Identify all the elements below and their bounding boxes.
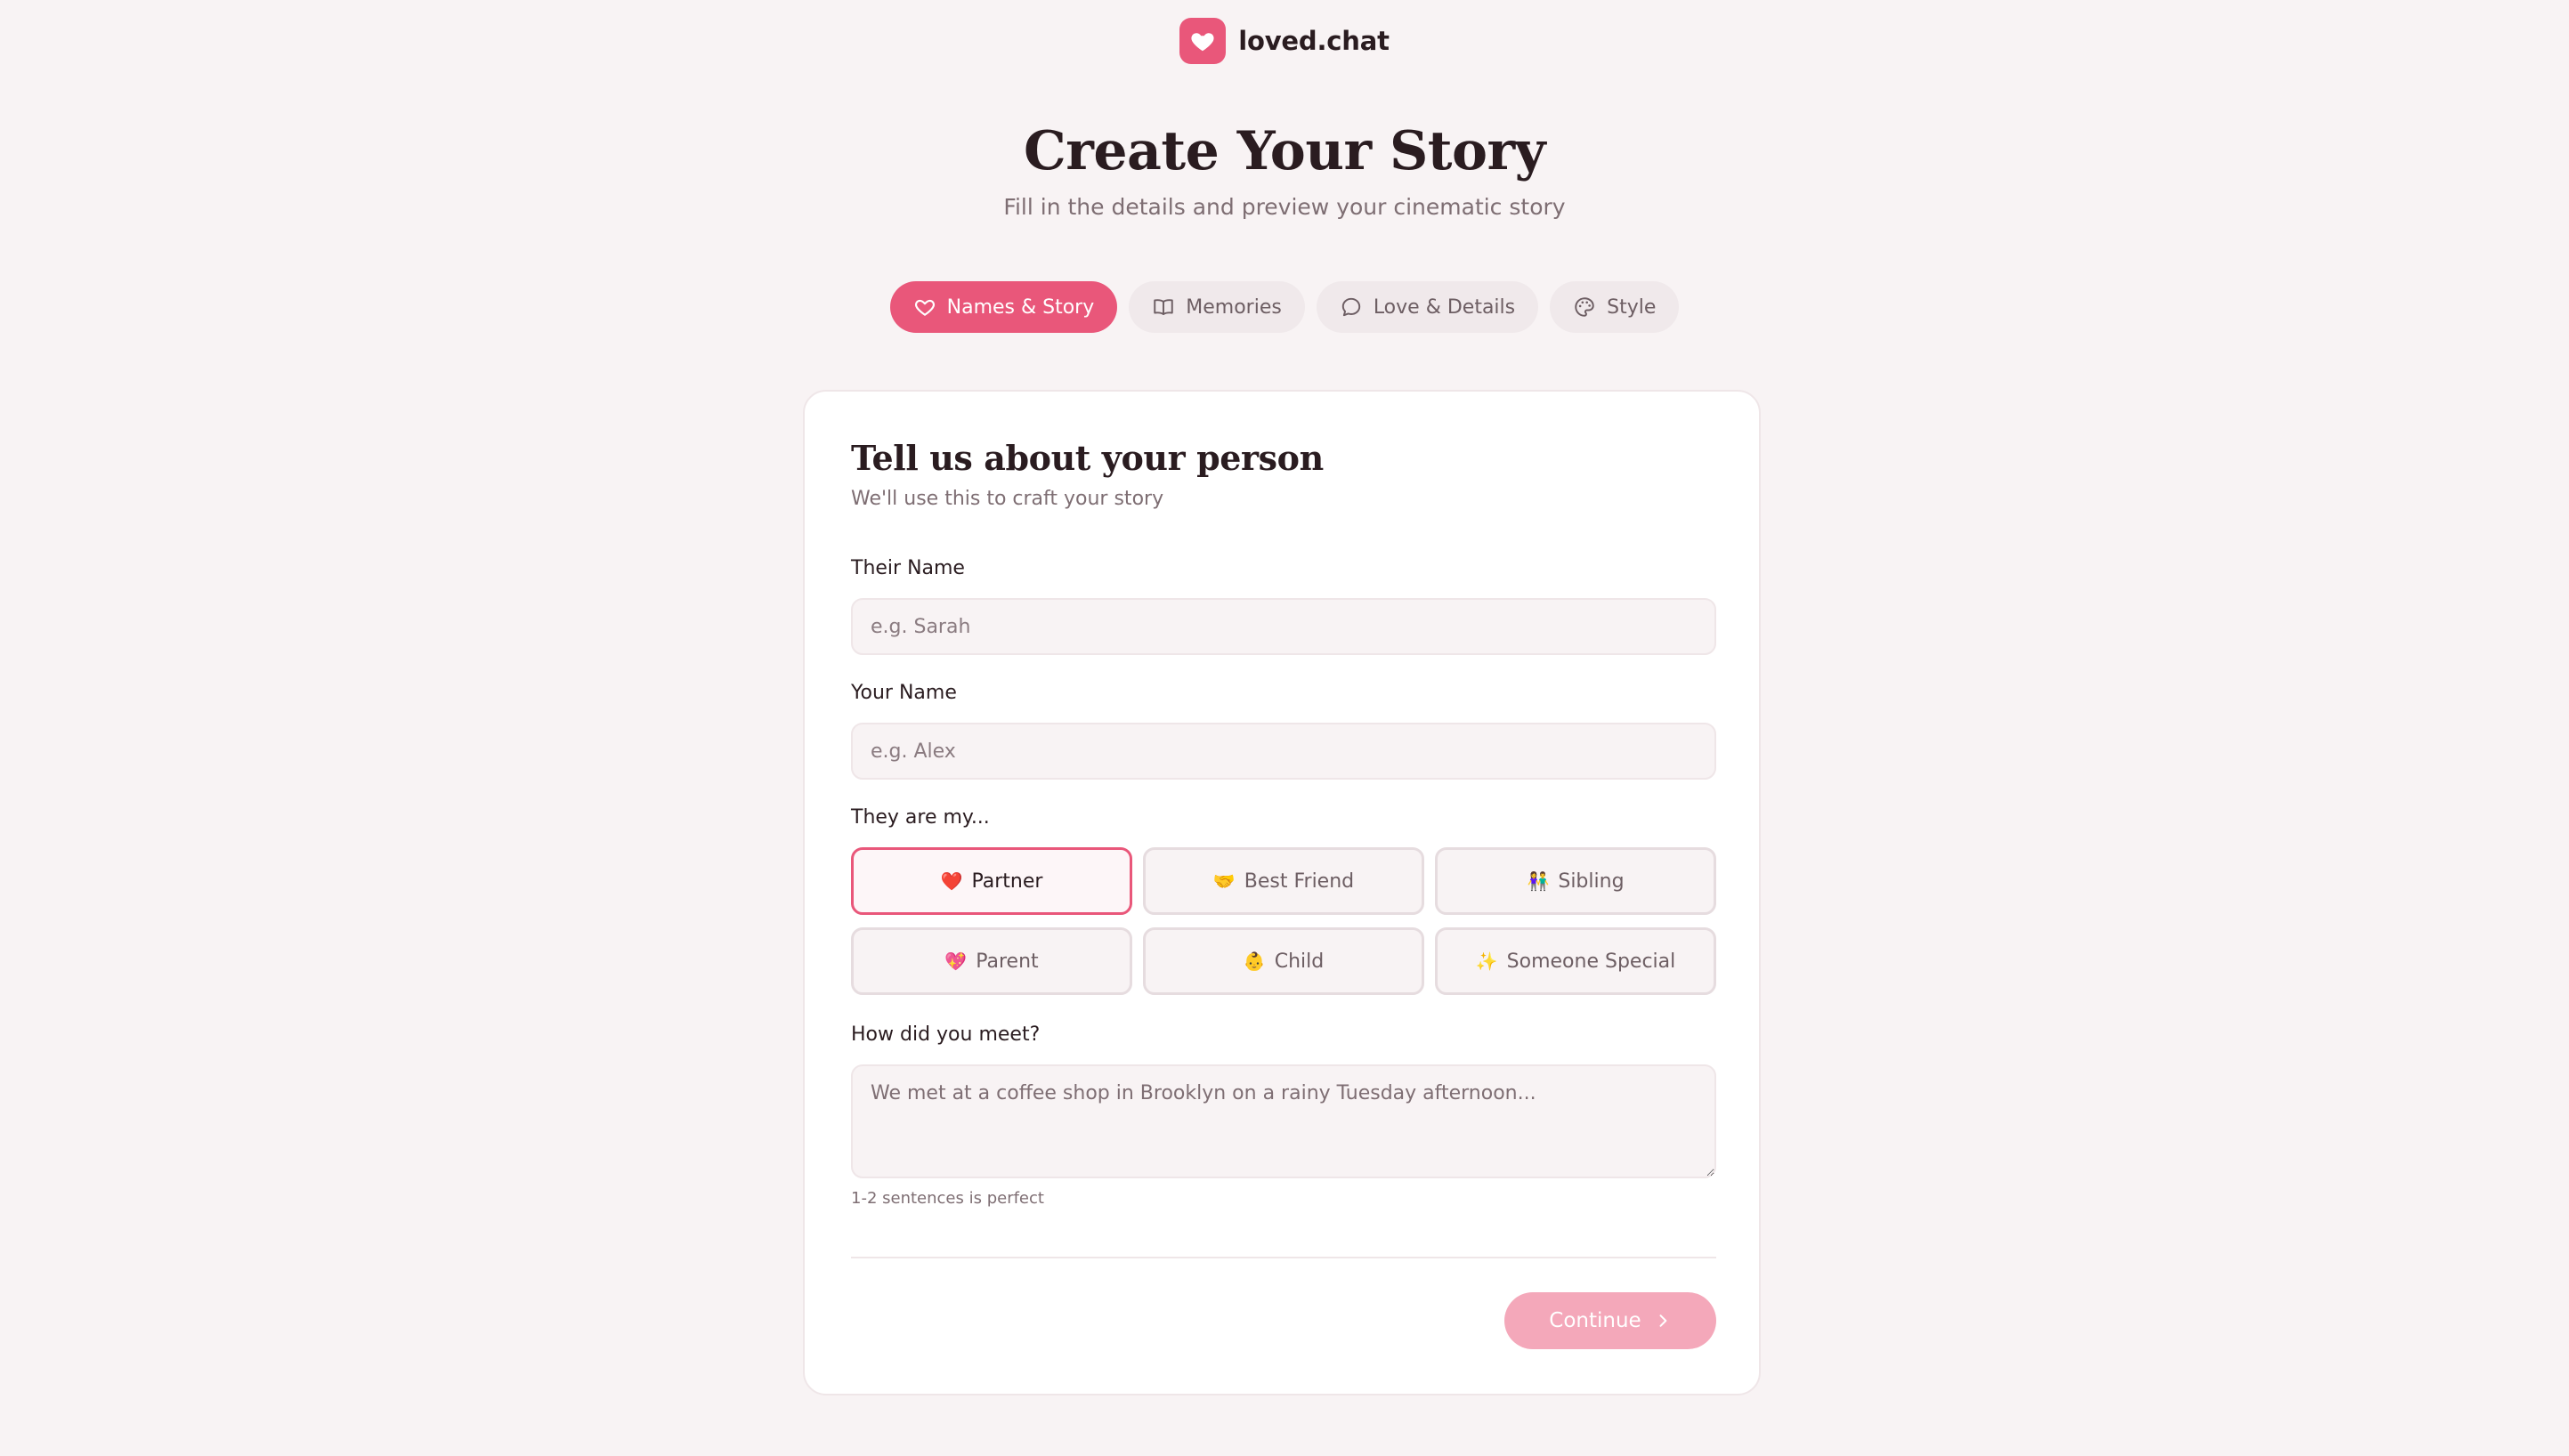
option-label: Child bbox=[1274, 950, 1325, 973]
palette-icon bbox=[1575, 297, 1594, 317]
chat-bubble-icon bbox=[1341, 297, 1360, 317]
your-name-label: Your Name bbox=[851, 682, 957, 704]
tab-memories[interactable]: Memories bbox=[1129, 281, 1305, 333]
option-label: Best Friend bbox=[1244, 870, 1355, 893]
tab-label: Names & Story bbox=[946, 295, 1095, 319]
relationship-label: They are my... bbox=[851, 806, 990, 829]
sparkles-icon: ✨ bbox=[1475, 950, 1498, 972]
tab-label: Style bbox=[1607, 295, 1657, 319]
heart-icon bbox=[914, 299, 935, 316]
heart-icon bbox=[1179, 18, 1227, 64]
relationship-option-best-friend[interactable]: 🤝 Best Friend bbox=[1143, 847, 1424, 915]
option-label: Someone Special bbox=[1506, 950, 1676, 973]
relationship-options: ❤️ Partner 🤝 Best Friend 👫 Sibling 💖 Par… bbox=[851, 847, 1716, 995]
how-met-label: How did you meet? bbox=[851, 1023, 1041, 1046]
form-subtitle: We'll use this to craft your story bbox=[851, 488, 1164, 510]
form-card: Tell us about your person We'll use this… bbox=[803, 390, 1761, 1395]
their-name-input[interactable] bbox=[851, 598, 1716, 655]
tab-love-and-details[interactable]: Love & Details bbox=[1316, 281, 1539, 333]
divider bbox=[851, 1257, 1716, 1258]
relationship-option-parent[interactable]: 💖 Parent bbox=[851, 927, 1132, 995]
option-label: Parent bbox=[976, 950, 1039, 973]
baby-icon: 👶 bbox=[1243, 950, 1266, 972]
tab-names-and-story[interactable]: Names & Story bbox=[889, 281, 1118, 333]
red-heart-icon: ❤️ bbox=[940, 870, 963, 892]
page-header: Create Your Story Fill in the details an… bbox=[0, 117, 2569, 220]
relationship-option-child[interactable]: 👶 Child bbox=[1143, 927, 1424, 995]
relationship-option-partner[interactable]: ❤️ Partner bbox=[851, 847, 1132, 915]
relationship-option-someone-special[interactable]: ✨ Someone Special bbox=[1435, 927, 1716, 995]
brand-name: loved.chat bbox=[1238, 26, 1390, 56]
tab-label: Memories bbox=[1186, 295, 1282, 319]
handshake-icon: 🤝 bbox=[1212, 870, 1236, 892]
form-title: Tell us about your person bbox=[851, 438, 1324, 478]
step-tabs: Names & Story Memories Love & Details St… bbox=[0, 281, 2569, 333]
continue-button[interactable]: Continue bbox=[1504, 1292, 1716, 1349]
top-bar: loved.chat bbox=[0, 18, 2569, 64]
siblings-icon: 👫 bbox=[1527, 870, 1550, 892]
sparkling-heart-icon: 💖 bbox=[944, 950, 968, 972]
page-title: Create Your Story bbox=[1024, 120, 1546, 182]
relationship-option-sibling[interactable]: 👫 Sibling bbox=[1435, 847, 1716, 915]
their-name-label: Their Name bbox=[851, 557, 965, 579]
option-label: Sibling bbox=[1558, 870, 1625, 893]
book-icon bbox=[1154, 299, 1173, 316]
chevron-right-icon bbox=[1659, 1314, 1667, 1327]
tab-label: Love & Details bbox=[1373, 295, 1516, 319]
page-subtitle: Fill in the details and preview your cin… bbox=[1003, 194, 1566, 220]
how-met-hint: 1-2 sentences is perfect bbox=[851, 1189, 1044, 1208]
option-label: Partner bbox=[971, 870, 1043, 893]
your-name-input[interactable] bbox=[851, 723, 1716, 780]
tab-style[interactable]: Style bbox=[1550, 281, 1680, 333]
continue-label: Continue bbox=[1549, 1309, 1641, 1332]
how-met-textarea[interactable] bbox=[851, 1064, 1716, 1178]
